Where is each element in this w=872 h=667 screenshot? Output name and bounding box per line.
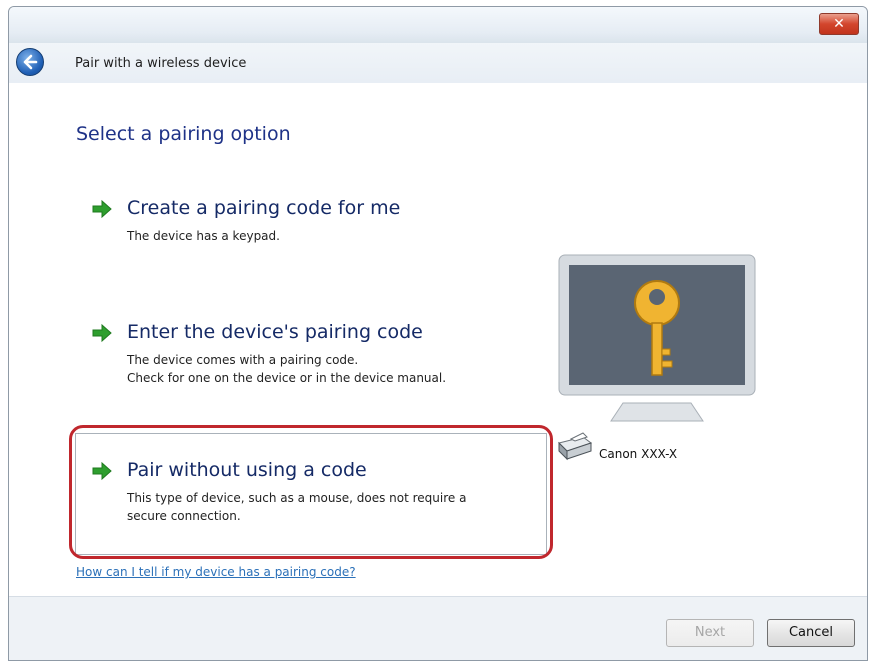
option-description-line: The device has a keypad. — [127, 229, 280, 243]
option-create-pairing-code[interactable]: Create a pairing code for me The device … — [91, 197, 531, 257]
option-pair-without-code[interactable]: Pair without using a code This type of d… — [91, 459, 531, 539]
next-button[interactable]: Next — [666, 619, 754, 647]
option-description-line: This type of device, such as a mouse, do… — [127, 491, 467, 505]
option-description-line: The device comes with a pairing code. — [127, 353, 359, 367]
printer-icon — [558, 432, 593, 461]
option-title: Create a pairing code for me — [127, 197, 401, 219]
green-arrow-icon — [92, 323, 112, 343]
green-arrow-icon — [92, 461, 112, 481]
option-description-line: secure connection. — [127, 509, 241, 523]
option-title: Pair without using a code — [127, 459, 367, 481]
device-label: Canon XXX-X — [599, 447, 678, 461]
option-description: The device has a keypad. — [127, 227, 280, 245]
back-arrow-icon — [23, 54, 38, 70]
back-button[interactable] — [16, 48, 44, 76]
monitor-key-icon — [558, 254, 756, 422]
dialog-title: Pair with a wireless device — [75, 56, 247, 71]
dialog-footer: Next Cancel — [9, 596, 867, 660]
green-arrow-icon — [92, 199, 112, 219]
dialog-content: Select a pairing option Create a pairing… — [9, 83, 867, 596]
dialog-header: Pair with a wireless device — [9, 43, 867, 83]
option-enter-device-code[interactable]: Enter the device's pairing code The devi… — [91, 321, 531, 401]
option-description: This type of device, such as a mouse, do… — [127, 489, 466, 525]
pairing-dialog-window: ✕ Pair with a wireless device Select a p… — [8, 6, 868, 661]
option-description: The device comes with a pairing code. Ch… — [127, 351, 446, 387]
option-title: Enter the device's pairing code — [127, 321, 423, 343]
option-description-line: Check for one on the device or in the de… — [127, 371, 447, 385]
page-heading: Select a pairing option — [76, 123, 291, 145]
help-link[interactable]: How can I tell if my device has a pairin… — [76, 565, 356, 579]
title-bar: ✕ — [9, 7, 867, 43]
cancel-button[interactable]: Cancel — [767, 619, 855, 647]
close-button[interactable]: ✕ — [819, 13, 859, 35]
